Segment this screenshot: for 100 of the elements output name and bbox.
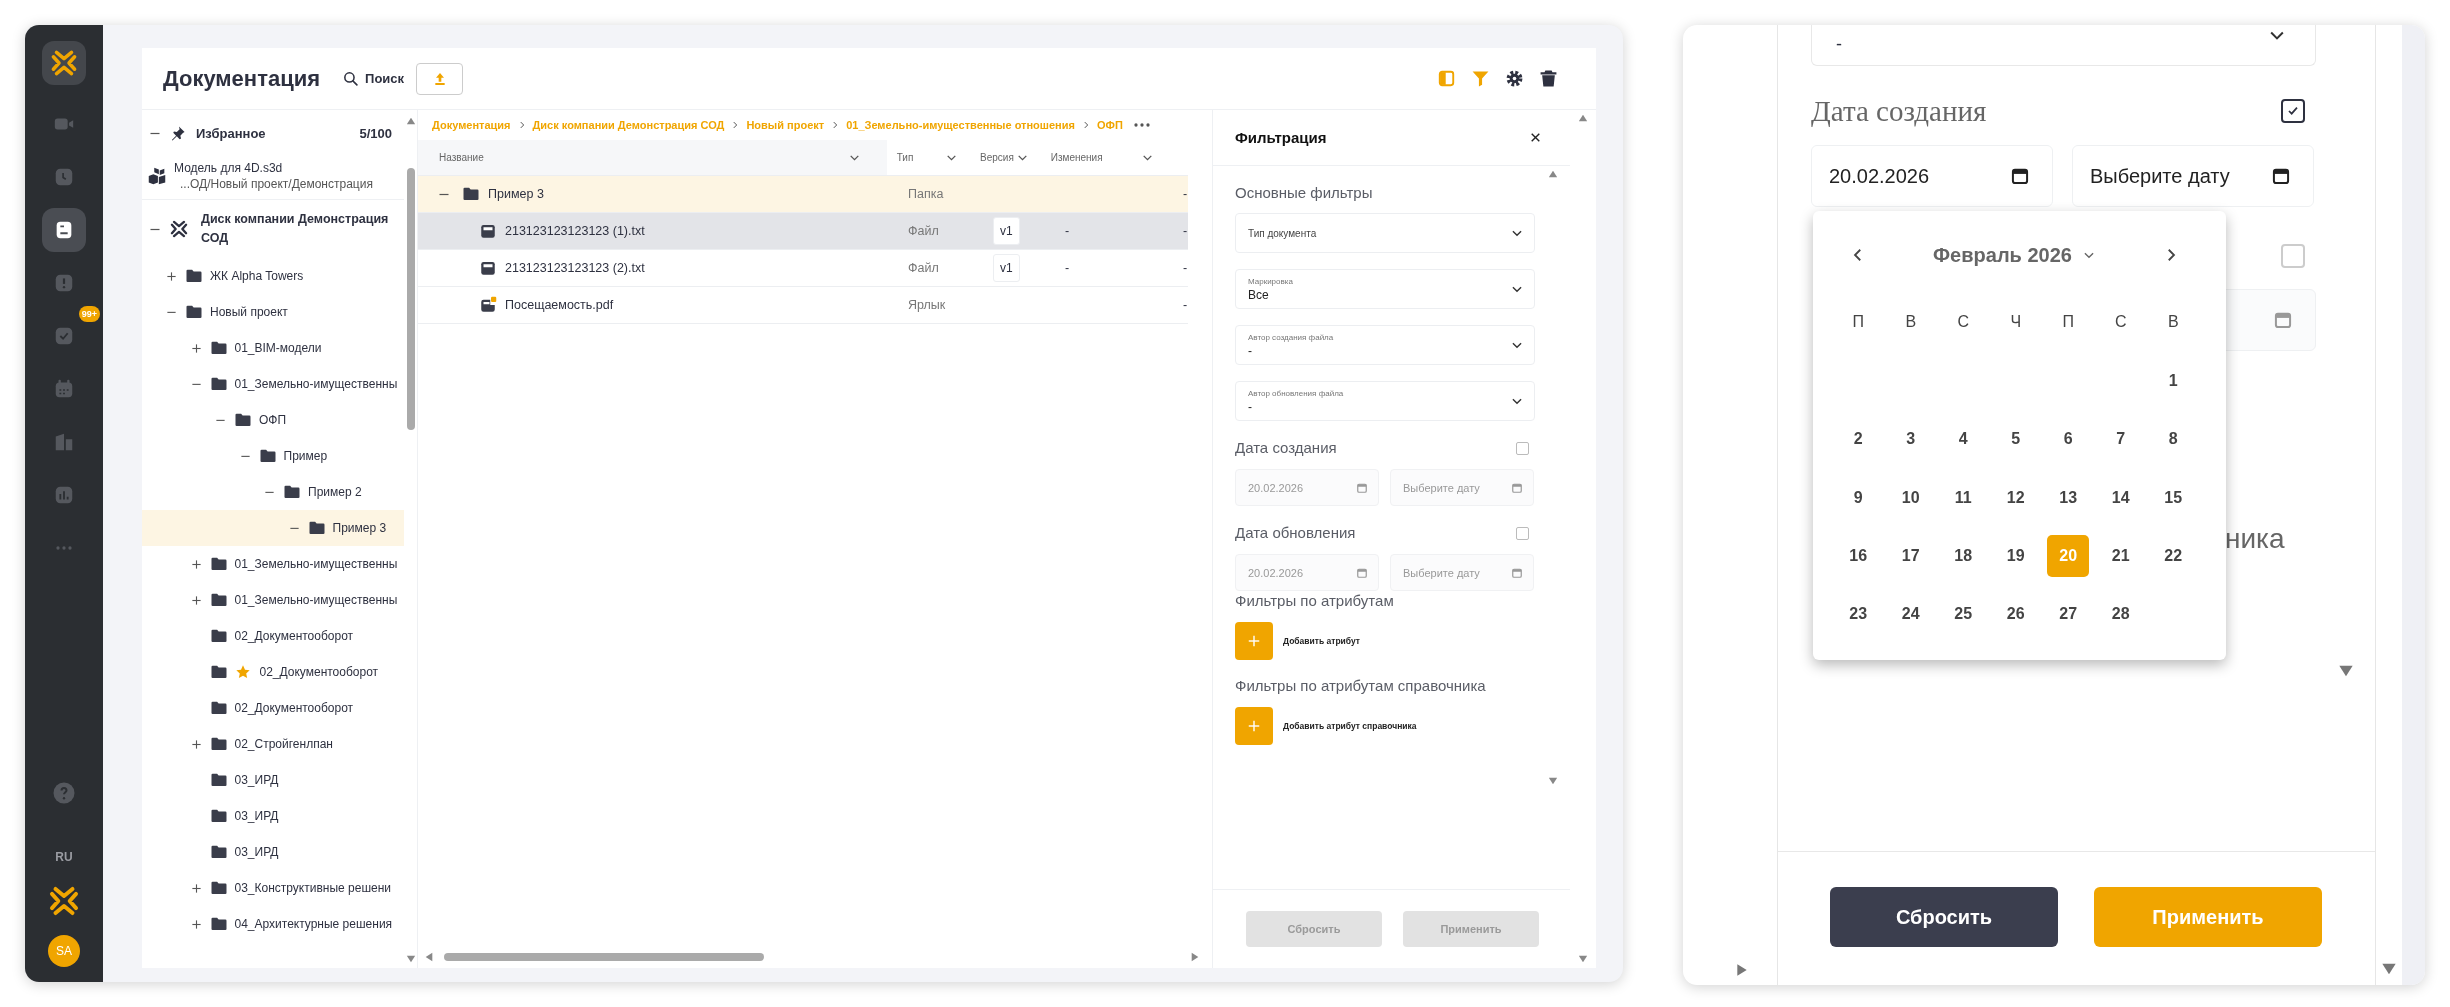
scroll-up-icon[interactable] (1547, 169, 1558, 179)
tree-item[interactable]: Новый проект (142, 294, 404, 330)
tree-item[interactable]: 02_Стройгенлпан (142, 726, 404, 762)
scroll-down-icon[interactable] (1547, 776, 1558, 786)
upload-button[interactable] (416, 62, 464, 95)
checkbox[interactable] (1516, 526, 1529, 540)
tree-item[interactable]: ЖК Alpha Towers (142, 258, 404, 294)
calendar-day[interactable]: 19 (1994, 535, 2037, 578)
tree-item[interactable]: 03_ИРД (142, 762, 404, 798)
trash-icon[interactable] (1539, 69, 1558, 88)
calendar-day[interactable]: 25 (1942, 593, 1985, 636)
scroll-up-icon[interactable] (405, 116, 416, 126)
panel-icon[interactable] (1437, 69, 1456, 88)
more-icon[interactable] (1132, 122, 1151, 128)
tree-item[interactable]: Пример (142, 438, 404, 474)
calendar-day[interactable]: 26 (1994, 593, 2037, 636)
checkbox[interactable] (2281, 99, 2305, 123)
tree-item[interactable]: 03_ИРД (142, 798, 404, 834)
reset-button[interactable]: Сбросить (1830, 887, 2058, 947)
calendar-day[interactable]: 16 (1837, 535, 1880, 578)
dropdown[interactable]: - (1811, 25, 2316, 66)
tree-item[interactable]: Пример 2 (142, 474, 404, 510)
calendar-day[interactable]: 11 (1942, 476, 1985, 519)
calendar-day[interactable]: 9 (1837, 476, 1880, 519)
calendar-day[interactable]: 1 (2152, 360, 2195, 403)
scroll-down-icon[interactable] (2381, 961, 2397, 977)
calendar-day[interactable]: 18 (1942, 535, 1985, 578)
calendar-day[interactable]: 24 (1889, 593, 1932, 636)
dropdown[interactable]: Автор обновления файла - (1235, 381, 1535, 421)
calendar-day[interactable]: 12 (1994, 476, 2037, 519)
tree-item[interactable]: 01_Земельно-имущественны (142, 546, 404, 582)
favorite-item[interactable]: Модель для 4D.s3d ...ОД/Новый проект/Демонстрация (146, 161, 404, 191)
folder-icon (209, 879, 228, 897)
calendar-day[interactable]: 8 (2152, 418, 2195, 461)
tree-item[interactable]: 01_Земельно-имущественны (142, 582, 404, 618)
scroll-down-icon[interactable] (2337, 663, 2354, 679)
logo-icon (47, 884, 81, 918)
scrollbar-thumb[interactable] (406, 168, 415, 430)
close-icon[interactable] (1529, 131, 1542, 144)
scrollbar-thumb[interactable] (444, 953, 764, 961)
filter-icon[interactable] (1471, 69, 1490, 88)
calendar-day[interactable]: 3 (1889, 418, 1932, 461)
settings-icon[interactable] (1505, 69, 1524, 88)
folder-icon (209, 591, 228, 609)
table-cell: - (1183, 261, 1188, 275)
scroll-up-icon[interactable] (1578, 113, 1588, 123)
column-header[interactable]: Версия (970, 140, 1041, 175)
chart-icon (53, 484, 75, 506)
tree-item[interactable]: 03_Конструктивные решени (142, 870, 404, 906)
tree-item[interactable]: Диск компании Демонстрация СОД (142, 200, 404, 258)
tree-item[interactable]: 02_Документооборот (142, 654, 404, 690)
tree-item[interactable]: 02_Документооборот (142, 618, 404, 654)
scroll-right-icon[interactable] (1190, 952, 1200, 962)
calendar-day[interactable]: 14 (2099, 476, 2142, 519)
calendar-day[interactable]: 28 (2099, 593, 2142, 636)
date-field[interactable]: 20.02.2026 (1811, 145, 2053, 207)
tree-item[interactable]: 03_ИРД (142, 834, 404, 870)
column-header[interactable]: Тип (886, 140, 971, 175)
scroll-down-icon[interactable] (405, 954, 416, 964)
dropdown[interactable]: Маркировка Все (1235, 269, 1535, 309)
tree-item[interactable]: 01_BIM-модели (142, 330, 404, 366)
calendar-day[interactable]: 27 (2047, 593, 2090, 636)
column-header[interactable]: Название (418, 140, 887, 175)
tree-item[interactable]: ОФП (142, 402, 404, 438)
calendar-day[interactable]: 6 (2047, 418, 2090, 461)
calendar-day[interactable]: 5 (1994, 418, 2037, 461)
dropdown[interactable]: Тип документа (1235, 213, 1535, 253)
tree-item[interactable]: 01_Земельно-имущественны (142, 366, 404, 402)
column-header[interactable]: Изменения (1040, 140, 1166, 175)
tree-item[interactable]: 04_Архитектурные решения (142, 906, 404, 942)
checkbox[interactable] (1516, 441, 1529, 455)
calendar-day[interactable]: 22 (2152, 535, 2195, 578)
tree-item[interactable]: 02_Документооборот (142, 690, 404, 726)
scroll-down-icon[interactable] (1578, 954, 1588, 964)
calendar-day[interactable]: 4 (1942, 418, 1985, 461)
table-row[interactable]: 213123123123123 (1).txt Файл v1 - - (418, 213, 1188, 250)
calendar-day[interactable]: 10 (1889, 476, 1932, 519)
scroll-left-icon[interactable] (424, 952, 434, 962)
dropdown[interactable]: Автор создания файла - (1235, 325, 1535, 365)
table-row[interactable]: Пример 3 Папка - (418, 176, 1188, 213)
calendar-day[interactable]: 2 (1837, 418, 1880, 461)
month-selector[interactable]: Февраль 2026 (1867, 243, 2162, 267)
home-button[interactable] (42, 41, 86, 85)
nav-button[interactable] (42, 208, 86, 252)
calendar-day[interactable]: 21 (2099, 535, 2142, 578)
calendar-day[interactable]: 15 (2152, 476, 2195, 519)
table-cell-text: Ярлык (907, 297, 947, 314)
weekday-label: Ч (2009, 312, 2023, 332)
calendar-day[interactable]: 7 (2099, 418, 2142, 461)
scroll-right-icon[interactable] (1735, 963, 1749, 977)
calendar-day[interactable]: 17 (1889, 535, 1932, 578)
weekday-label: П (2061, 312, 2075, 332)
tree-item[interactable]: Пример 3 (142, 510, 404, 546)
date-field[interactable]: Выберите дату (2072, 145, 2314, 207)
favorites-header[interactable]: Избранное 5/100 (142, 113, 404, 153)
calendar-day[interactable]: 23 (1837, 593, 1880, 636)
calendar-day[interactable]: 13 (2047, 476, 2090, 519)
version-badge: v1 (993, 217, 1020, 245)
help-icon[interactable] (52, 781, 76, 805)
search-button[interactable]: Поиск (342, 70, 405, 87)
